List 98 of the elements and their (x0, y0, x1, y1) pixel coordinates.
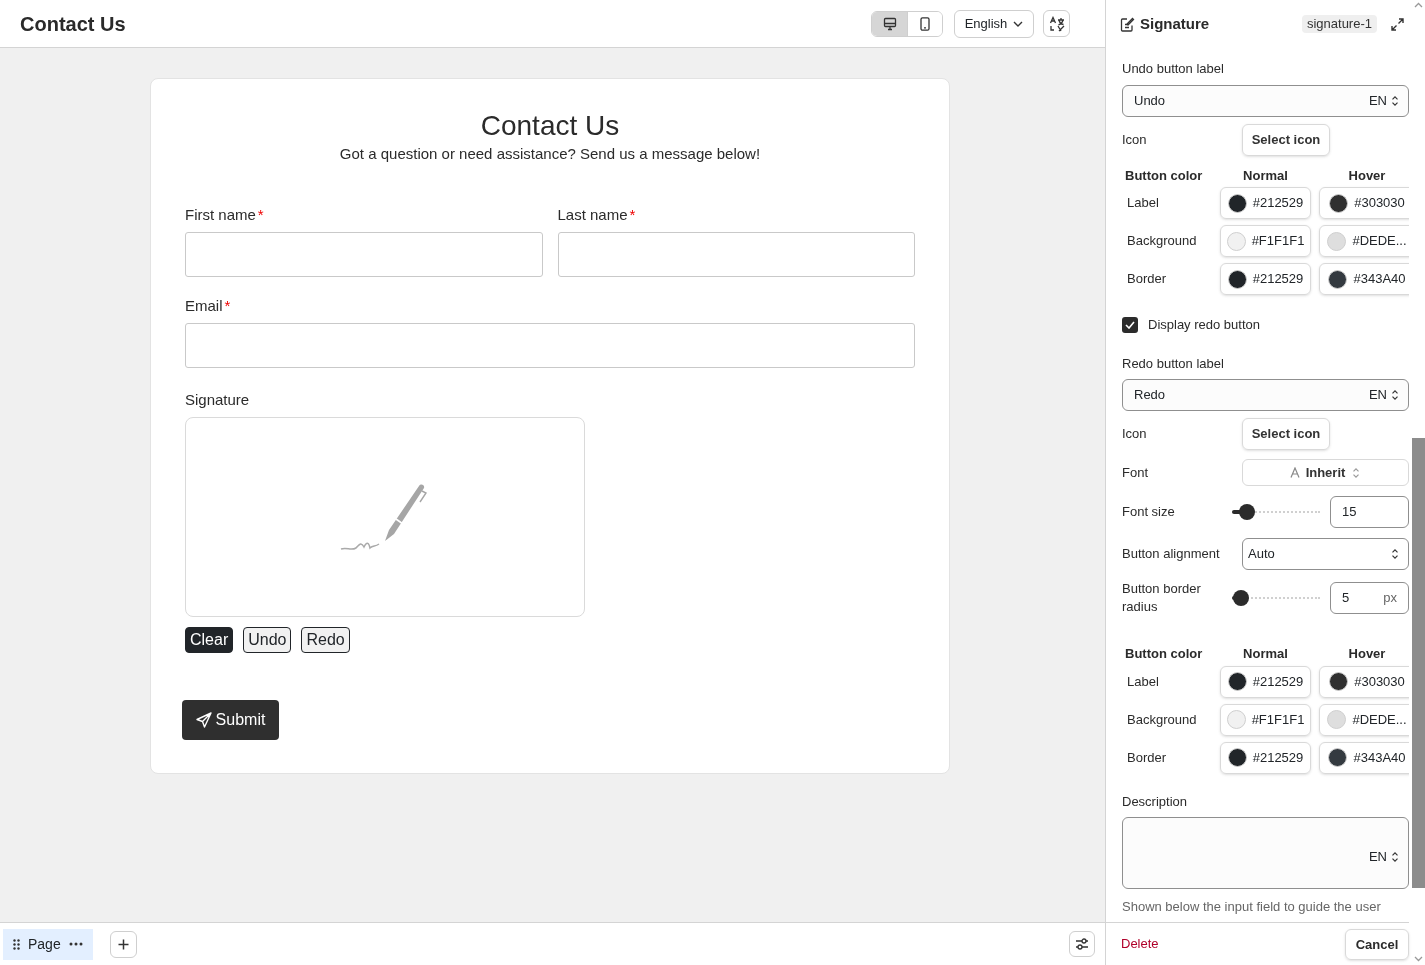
column-header: Button color (1125, 645, 1204, 663)
chevron-updown-icon (1351, 465, 1362, 480)
drag-handle-icon (13, 938, 20, 950)
setting-label: Background (1126, 232, 1198, 251)
color-picker-button[interactable]: #F1F1F1 (1220, 225, 1311, 257)
chevron-updown-icon (1390, 93, 1400, 108)
panel-title: Signature (1140, 13, 1210, 34)
scroll-down-icon[interactable] (1414, 956, 1423, 962)
setting-label: Icon (1122, 130, 1148, 149)
expand-icon (1390, 17, 1404, 31)
field-label: Undo button label (1122, 60, 1225, 78)
settings-button[interactable] (1069, 931, 1095, 957)
field-label: Description (1122, 792, 1189, 811)
page-title: Contact Us (20, 11, 126, 37)
form-subtitle: Got a question or need assistance? Send us a message below! (338, 144, 762, 164)
input-field[interactable] (557, 231, 915, 277)
signature-clear-button[interactable]: Clear (185, 626, 234, 653)
page-tab[interactable]: Page (3, 928, 93, 960)
form-title: Contact Us (479, 109, 621, 143)
cancel-button[interactable]: Cancel (1345, 929, 1409, 960)
select-icon-button[interactable]: Select icon (1242, 418, 1330, 450)
number-input-field[interactable]: 5 px (1330, 582, 1409, 614)
chevron-updown-icon (1390, 388, 1400, 402)
expand-button[interactable] (1389, 16, 1405, 32)
color-picker-button[interactable]: #F1F1F1 (1220, 703, 1311, 736)
help-text: Shown below the input field to guide the user (1122, 898, 1382, 916)
field-label: Email (185, 296, 223, 315)
slider[interactable] (1232, 590, 1320, 606)
chevron-down-icon (1013, 20, 1024, 27)
add-page-button[interactable] (110, 930, 137, 958)
field-label: Signature (185, 390, 250, 409)
text-area-field[interactable]: EN (1122, 817, 1409, 889)
required-mark: * (257, 205, 264, 224)
desktop-view-button[interactable] (872, 11, 907, 36)
color-picker-button[interactable]: #212529 (1220, 263, 1311, 295)
language-code: EN (1368, 848, 1387, 867)
scrollbar-thumb[interactable] (1412, 438, 1425, 888)
setting-label: Border (1126, 270, 1168, 289)
mobile-view-button[interactable] (907, 11, 942, 36)
letter-a-icon (1289, 467, 1300, 478)
setting-label: Button border radius (1122, 580, 1202, 616)
column-header: Normal (1242, 166, 1289, 185)
field-label: Last name (557, 205, 628, 224)
setting-label: Border (1126, 748, 1168, 767)
setting-label: Icon (1122, 425, 1148, 443)
setting-label: Font size (1122, 503, 1176, 521)
edit-note-icon (1120, 16, 1135, 32)
translate-icon (1048, 15, 1065, 32)
column-header: Hover (1347, 166, 1387, 185)
setting-label: Label (1126, 194, 1160, 213)
checkbox[interactable] (1122, 316, 1138, 333)
more-icon (68, 942, 83, 946)
submit-button[interactable]: Submit (182, 699, 279, 740)
element-id-badge: signature-1 (1301, 15, 1377, 33)
chevron-updown-icon (1390, 547, 1400, 561)
language-code: EN (1368, 386, 1387, 405)
sliders-icon (1075, 938, 1089, 950)
checkmark-icon (1125, 320, 1135, 329)
translate-button[interactable] (1043, 10, 1070, 37)
required-mark: * (629, 205, 636, 224)
column-header: Normal (1242, 645, 1289, 663)
select-icon-button[interactable]: Select icon (1242, 123, 1330, 156)
unit-label: px (1383, 589, 1397, 608)
setting-label: Label (1126, 672, 1160, 691)
color-picker-button[interactable]: #343A40 (1319, 263, 1409, 295)
alignment-dropdown[interactable]: Auto (1242, 538, 1409, 570)
required-mark: * (224, 296, 231, 315)
color-picker-button[interactable]: #303030 (1319, 187, 1409, 219)
phone-icon (918, 16, 932, 31)
color-picker-button[interactable]: #212529 (1220, 187, 1311, 219)
input-field[interactable] (185, 231, 543, 277)
text-input-field[interactable]: Redo EN (1122, 379, 1409, 411)
signature-action-button[interactable]: Redo (301, 626, 350, 653)
monitor-icon (882, 16, 897, 31)
input-field[interactable] (185, 322, 915, 368)
setting-label: Background (1126, 710, 1198, 729)
font-dropdown[interactable]: Inherit (1242, 459, 1409, 486)
language-dropdown[interactable]: English (954, 9, 1034, 38)
field-label: Redo button label (1122, 354, 1225, 373)
checkbox-label: Display redo button (1148, 316, 1260, 334)
column-header: Hover (1347, 645, 1387, 663)
chevron-updown-icon (1390, 850, 1400, 864)
paper-plane-icon (195, 711, 212, 728)
color-picker-button[interactable]: #DEDE... (1319, 225, 1409, 257)
field-label: First name (185, 205, 256, 224)
signature-action-button[interactable]: Undo (243, 626, 292, 653)
color-picker-button[interactable]: #212529 (1220, 741, 1311, 774)
column-header: Button color (1125, 166, 1204, 185)
color-picker-button[interactable]: #212529 (1220, 665, 1311, 698)
scroll-up-icon[interactable] (1414, 2, 1423, 8)
setting-label: Font (1122, 463, 1149, 482)
text-input-field[interactable]: Undo EN (1122, 84, 1409, 117)
slider[interactable] (1232, 504, 1320, 520)
number-input-field[interactable]: 15 (1330, 496, 1409, 528)
plus-icon (118, 938, 129, 950)
setting-label: Button alignment (1122, 545, 1221, 563)
delete-button[interactable]: Delete (1121, 934, 1159, 954)
language-code: EN (1368, 91, 1387, 110)
